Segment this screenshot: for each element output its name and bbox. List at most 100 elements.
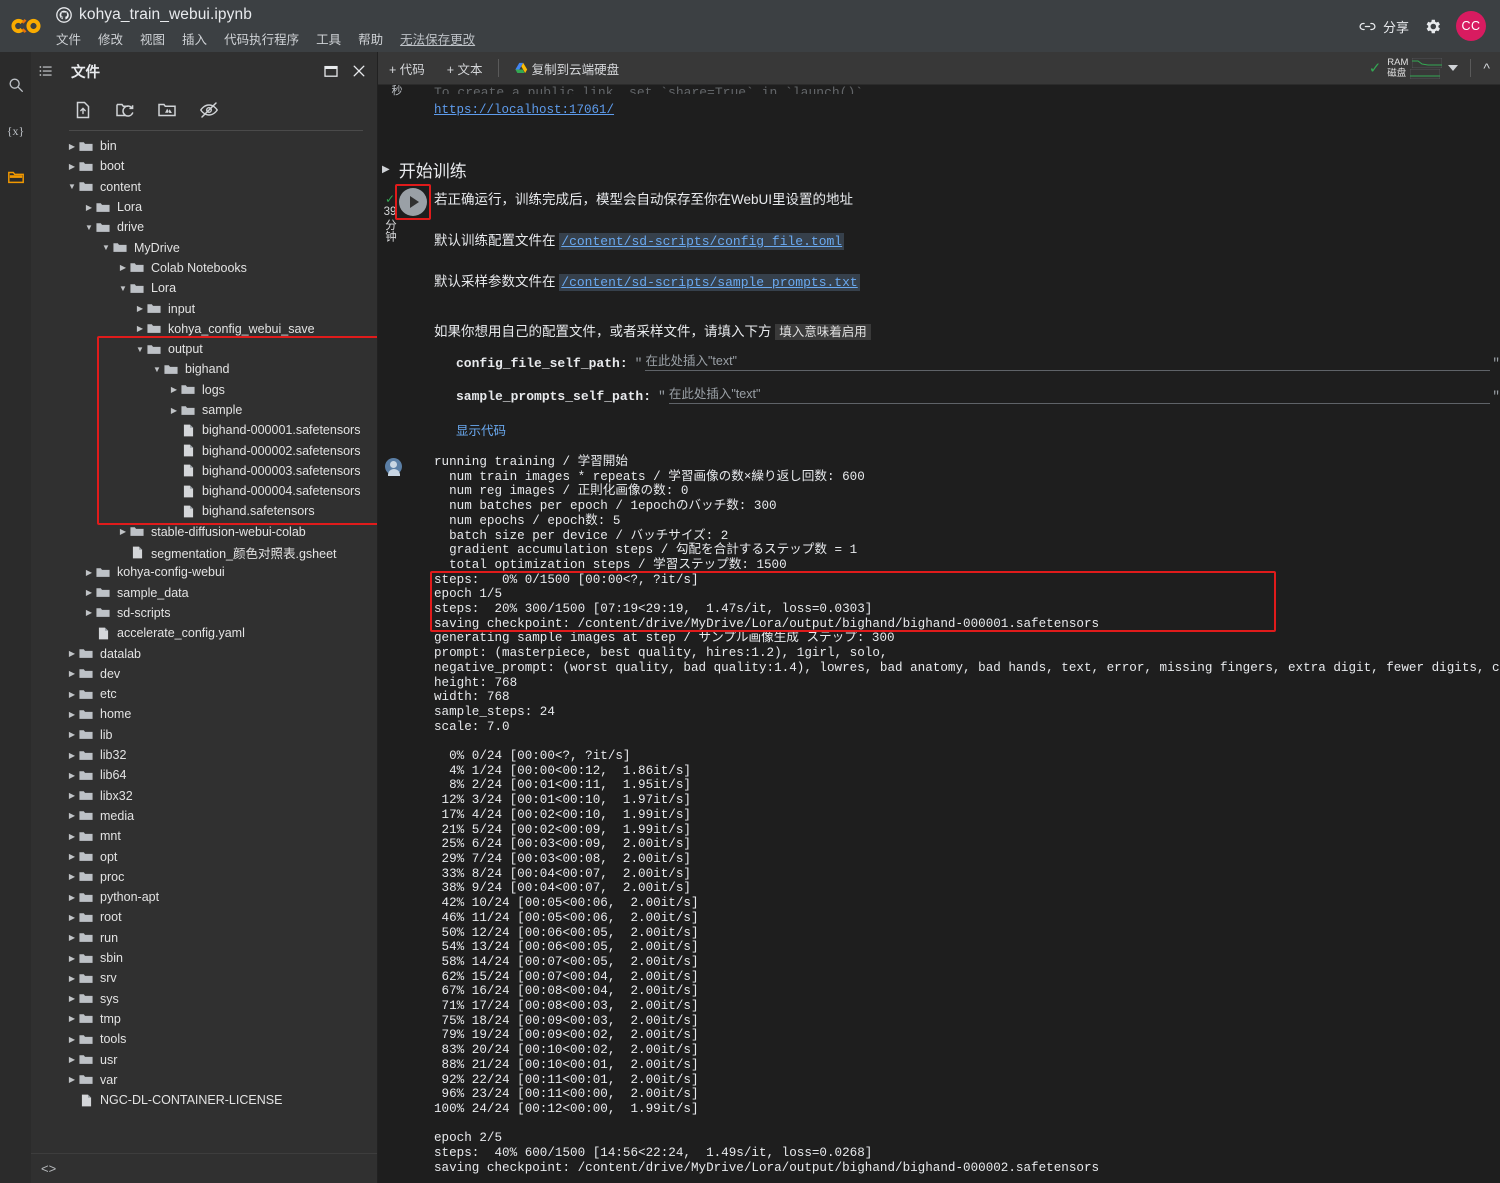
tree-folder-item[interactable]: ▶sys	[31, 988, 377, 1008]
tree-folder-item[interactable]: ▶Colab Notebooks	[31, 258, 377, 278]
chevron-down-icon[interactable]: ▼	[65, 182, 79, 191]
chevron-right-icon[interactable]: ▶	[65, 690, 79, 699]
tree-file-item[interactable]: NGC-DL-CONTAINER-LICENSE	[31, 1090, 377, 1110]
chevron-right-icon[interactable]: ▶	[65, 730, 79, 739]
refresh-folder-icon[interactable]	[115, 100, 135, 120]
upload-file-icon[interactable]	[73, 100, 93, 120]
tree-folder-item[interactable]: ▶sbin	[31, 948, 377, 968]
avatar[interactable]: CC	[1456, 11, 1486, 41]
tree-folder-item[interactable]: ▶logs	[31, 380, 377, 400]
chevron-down-icon[interactable]: ▼	[82, 223, 96, 232]
tree-folder-item[interactable]: ▶run	[31, 928, 377, 948]
chevron-right-icon[interactable]: ▶	[133, 324, 147, 333]
tree-file-item[interactable]: bighand-000003.safetensors	[31, 461, 377, 481]
chevron-right-icon[interactable]: ▶	[82, 568, 96, 577]
tree-folder-item[interactable]: ▶root	[31, 907, 377, 927]
tree-folder-item[interactable]: ▶sd-scripts	[31, 603, 377, 623]
tree-folder-item[interactable]: ▼Lora	[31, 278, 377, 298]
chevron-right-icon[interactable]: ▶	[65, 162, 79, 171]
menu-tools[interactable]: 工具	[316, 29, 341, 48]
resource-meter[interactable]: ✓ RAM 磁盘 ^	[1369, 57, 1500, 79]
tree-folder-item[interactable]: ▶opt	[31, 846, 377, 866]
chevron-right-icon[interactable]: ▶	[65, 669, 79, 678]
chevron-right-icon[interactable]: ▶	[65, 1075, 79, 1084]
tree-file-item[interactable]: bighand.safetensors	[31, 501, 377, 521]
menu-view[interactable]: 视图	[140, 29, 165, 48]
chevron-right-icon[interactable]: ▶	[65, 913, 79, 922]
chevron-right-icon[interactable]: ▶	[65, 994, 79, 1003]
tree-folder-item[interactable]: ▶kohya_config_webui_save	[31, 319, 377, 339]
chevron-right-icon[interactable]: ▶	[116, 263, 130, 272]
chevron-right-icon[interactable]: ▶	[65, 649, 79, 658]
chevron-right-icon[interactable]: ▶	[82, 203, 96, 212]
tree-folder-item[interactable]: ▶etc	[31, 684, 377, 704]
sample-prompts-path-input[interactable]	[669, 387, 1490, 404]
github-icon[interactable]	[56, 7, 72, 23]
code-brackets-icon[interactable]: <>	[41, 1161, 56, 1176]
chevron-right-icon[interactable]: ▶	[116, 527, 130, 536]
search-icon[interactable]	[5, 74, 27, 96]
chevron-right-icon[interactable]: ▶	[65, 811, 79, 820]
tree-folder-item[interactable]: ▶usr	[31, 1049, 377, 1069]
menu-edit[interactable]: 修改	[98, 29, 123, 48]
menu-runtime[interactable]: 代码执行程序	[224, 29, 299, 48]
chevron-right-icon[interactable]: ▶	[65, 1035, 79, 1044]
chevron-right-icon[interactable]: ▶	[65, 872, 79, 881]
tree-folder-item[interactable]: ▶media	[31, 806, 377, 826]
tree-file-item[interactable]: segmentation_颜色对照表.gsheet	[31, 542, 377, 562]
tree-folder-item[interactable]: ▶home	[31, 704, 377, 724]
chevron-right-icon[interactable]: ▶	[133, 304, 147, 313]
chevron-right-icon[interactable]: ▶	[82, 608, 96, 617]
sample-file-link[interactable]: /content/sd-scripts/sample_prompts.txt	[559, 274, 859, 291]
tree-file-item[interactable]: bighand-000001.safetensors	[31, 420, 377, 440]
tree-folder-item[interactable]: ▼drive	[31, 217, 377, 237]
tree-folder-item[interactable]: ▶tmp	[31, 1009, 377, 1029]
tree-file-item[interactable]: bighand-000004.safetensors	[31, 481, 377, 501]
tree-folder-item[interactable]: ▶lib	[31, 725, 377, 745]
add-text-cell-button[interactable]: + 文本	[436, 55, 494, 81]
tree-folder-item[interactable]: ▼bighand	[31, 359, 377, 379]
tree-folder-item[interactable]: ▶var	[31, 1070, 377, 1090]
tree-folder-item[interactable]: ▶lib64	[31, 765, 377, 785]
tree-file-item[interactable]: accelerate_config.yaml	[31, 623, 377, 643]
tree-file-item[interactable]: bighand-000002.safetensors	[31, 440, 377, 460]
chevron-down-icon[interactable]: ▼	[116, 284, 130, 293]
chevron-right-icon[interactable]: ▶	[65, 852, 79, 861]
chevron-down-icon[interactable]	[1448, 65, 1458, 71]
section-header-start-training[interactable]: ▶ 开始训练	[382, 157, 1500, 182]
tree-folder-item[interactable]: ▶tools	[31, 1029, 377, 1049]
menu-insert[interactable]: 插入	[182, 29, 207, 48]
copy-to-drive-button[interactable]: 复制到云端硬盘	[503, 55, 631, 81]
gear-icon[interactable]	[1423, 17, 1442, 36]
chevron-right-icon[interactable]: ▶	[65, 893, 79, 902]
chevron-right-icon[interactable]: ▶	[167, 385, 181, 394]
menu-help[interactable]: 帮助	[358, 29, 383, 48]
tree-folder-item[interactable]: ▶sample_data	[31, 583, 377, 603]
tree-folder-item[interactable]: ▶lib32	[31, 745, 377, 765]
colab-logo[interactable]	[8, 11, 50, 41]
chevron-right-icon[interactable]: ▶	[65, 710, 79, 719]
variables-icon[interactable]: {x}	[5, 120, 27, 142]
files-icon[interactable]	[5, 166, 27, 188]
chevron-right-icon[interactable]: ▶	[65, 954, 79, 963]
mount-drive-icon[interactable]	[157, 100, 177, 120]
config-path-input[interactable]	[645, 354, 1490, 371]
show-code-link[interactable]: 显示代码	[456, 420, 1500, 439]
file-tree[interactable]: ▶bin▶boot▼content▶Lora▼drive▼MyDrive▶Col…	[31, 131, 377, 1153]
tree-folder-item[interactable]: ▶kohya-config-webui	[31, 562, 377, 582]
close-icon[interactable]	[351, 63, 367, 79]
tree-folder-item[interactable]: ▶Lora	[31, 197, 377, 217]
tree-folder-item[interactable]: ▶libx32	[31, 786, 377, 806]
tree-folder-item[interactable]: ▼content	[31, 177, 377, 197]
tree-folder-item[interactable]: ▼MyDrive	[31, 237, 377, 257]
tree-folder-item[interactable]: ▶srv	[31, 968, 377, 988]
chevron-right-icon[interactable]: ▶	[65, 974, 79, 983]
tree-folder-item[interactable]: ▶stable-diffusion-webui-colab	[31, 522, 377, 542]
tree-folder-item[interactable]: ▶mnt	[31, 826, 377, 846]
local-url-link[interactable]: https://localhost:17061/	[434, 103, 614, 117]
save-state-label[interactable]: 无法保存更改	[400, 29, 475, 48]
tree-folder-item[interactable]: ▶datalab	[31, 643, 377, 663]
chevron-right-icon[interactable]: ▶	[65, 1014, 79, 1023]
chevron-right-icon[interactable]: ▶	[65, 933, 79, 942]
tree-folder-item[interactable]: ▼output	[31, 339, 377, 359]
